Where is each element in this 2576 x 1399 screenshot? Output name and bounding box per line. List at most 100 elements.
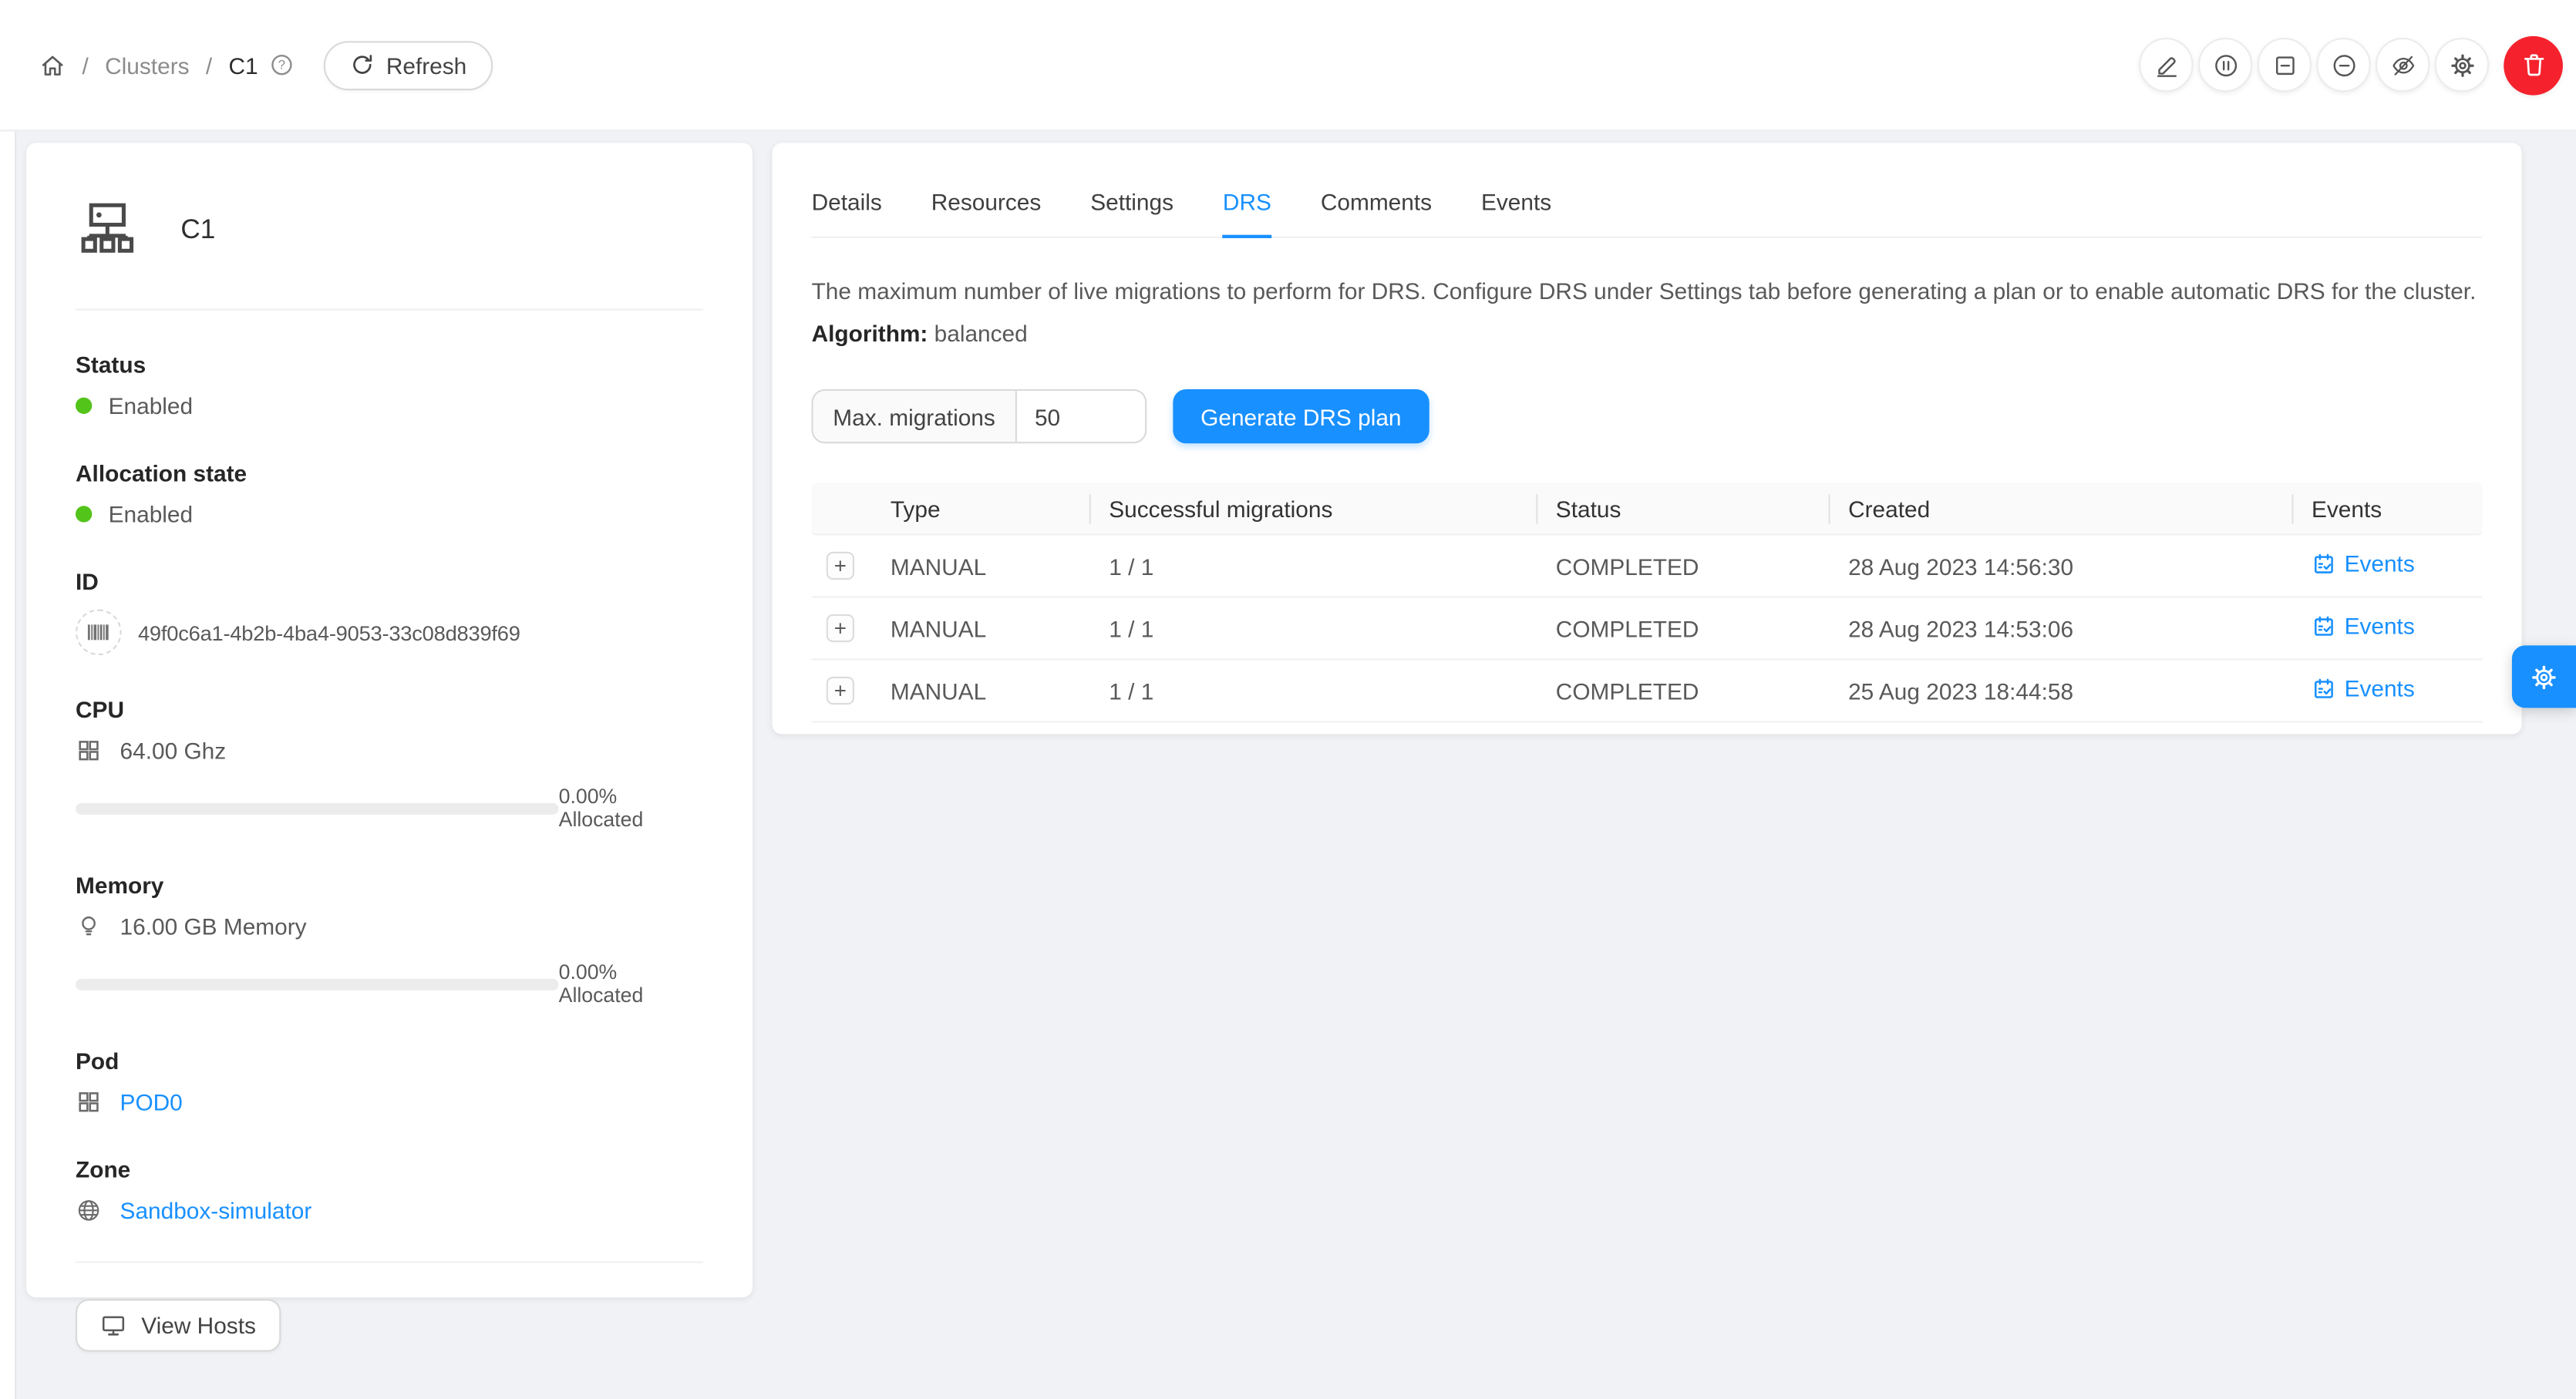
col-events: Events xyxy=(2291,495,2482,521)
cluster-uuid: 49f0c6a1-4b2b-4ba4-9053-33c08d839f69 xyxy=(138,620,520,644)
barcode-icon xyxy=(76,610,122,656)
cpu-label: CPU xyxy=(76,696,703,722)
divider xyxy=(76,309,703,311)
status-value: Enabled xyxy=(109,392,194,419)
id-label: ID xyxy=(76,568,703,594)
row-events-link[interactable]: Events xyxy=(2312,613,2415,639)
pause-button[interactable] xyxy=(2198,38,2252,92)
drs-algorithm: Algorithm: balanced xyxy=(812,320,2483,346)
expand-row-button[interactable]: + xyxy=(827,677,854,705)
breadcrumb: / Clusters / C1 ? Refresh xyxy=(39,40,493,89)
question-circle-icon[interactable]: ? xyxy=(270,52,295,77)
generate-drs-plan-button[interactable]: Generate DRS plan xyxy=(1173,389,1429,443)
status-label: Status xyxy=(76,351,703,378)
tab-events[interactable]: Events xyxy=(1481,169,1551,236)
project-drawer-toggle-button[interactable] xyxy=(2512,645,2576,708)
cpu-grid-icon xyxy=(76,738,102,764)
col-successful-migrations: Successful migrations xyxy=(1089,495,1537,521)
row-events-link[interactable]: Events xyxy=(2312,550,2415,577)
drs-controls: Max. migrations Generate DRS plan xyxy=(812,389,2483,443)
top-header-bar: / Clusters / C1 ? Refresh xyxy=(0,0,2576,131)
refresh-icon xyxy=(350,52,375,77)
allocation-dot xyxy=(76,506,92,522)
svg-text:?: ? xyxy=(278,58,285,72)
refresh-label: Refresh xyxy=(386,52,466,78)
cell-type: MANUAL xyxy=(870,553,1089,579)
breadcrumb-separator: / xyxy=(206,52,212,78)
cell-status: COMPLETED xyxy=(1536,615,1828,641)
edit-button[interactable] xyxy=(2139,38,2193,92)
settings-button[interactable] xyxy=(2435,38,2489,92)
breadcrumb-separator: / xyxy=(82,52,89,78)
cpu-progress: 0.00% Allocated xyxy=(76,785,703,831)
pod-label: Pod xyxy=(76,1048,703,1074)
monitor-icon xyxy=(100,1312,126,1338)
tab-details[interactable]: Details xyxy=(812,169,882,236)
memory-section: Memory 16.00 GB Memory 0.00% Allocated xyxy=(76,872,703,1007)
schedule-calendar-icon xyxy=(2312,676,2336,701)
cpu-allocated-label: 0.00% Allocated xyxy=(559,785,703,831)
pause-circle-icon xyxy=(2212,52,2238,78)
col-type: Type xyxy=(870,495,1089,521)
unmanage-button[interactable] xyxy=(2258,38,2312,92)
plus-expand-icon: + xyxy=(834,680,847,701)
row-events-link[interactable]: Events xyxy=(2312,675,2415,701)
refresh-button[interactable]: Refresh xyxy=(324,40,493,89)
view-hosts-button[interactable]: View Hosts xyxy=(76,1299,281,1351)
schedule-calendar-icon xyxy=(2312,551,2336,576)
table-row: + MANUAL 1 / 1 COMPLETED 25 Aug 2023 18:… xyxy=(812,661,2483,723)
view-hosts-label: View Hosts xyxy=(141,1312,256,1338)
pod-section: Pod POD0 xyxy=(76,1048,703,1115)
cell-migrations: 1 / 1 xyxy=(1089,615,1537,641)
tab-comments[interactable]: Comments xyxy=(1321,169,1432,236)
memory-value: 16.00 GB Memory xyxy=(120,913,307,940)
header-action-buttons xyxy=(2139,35,2563,95)
globe-icon xyxy=(76,1197,102,1223)
drs-plans-table: Type Successful migrations Status Create… xyxy=(812,483,2483,722)
cpu-section: CPU 64.00 Ghz 0.00% Allocated xyxy=(76,696,703,831)
home-icon[interactable] xyxy=(39,52,66,78)
allocation-value: Enabled xyxy=(109,501,194,527)
memory-progress: 0.00% Allocated xyxy=(76,960,703,1007)
collapsed-sidebar-rail xyxy=(0,131,16,1399)
allocation-label: Allocation state xyxy=(76,460,703,486)
edit-icon xyxy=(2153,52,2179,78)
cluster-info-card: C1 Status Enabled Allocation state Enabl… xyxy=(26,143,753,1297)
plus-expand-icon: + xyxy=(834,617,847,639)
cell-type: MANUAL xyxy=(870,615,1089,641)
delete-button[interactable] xyxy=(2504,35,2563,95)
bulb-icon xyxy=(76,913,102,940)
max-migrations-group: Max. migrations xyxy=(812,389,1147,443)
minus-square-icon xyxy=(2271,52,2298,78)
disable-button[interactable] xyxy=(2316,38,2370,92)
table-row: + MANUAL 1 / 1 COMPLETED 28 Aug 2023 14:… xyxy=(812,536,2483,598)
max-migrations-input[interactable] xyxy=(1017,391,1145,442)
breadcrumb-clusters[interactable]: Clusters xyxy=(105,52,189,78)
id-section: ID 49f0c6a1-4b2b-4ba4-9053-33c08d839f69 xyxy=(76,568,703,655)
divider xyxy=(76,1261,703,1263)
gear-icon xyxy=(2449,52,2475,78)
memory-label: Memory xyxy=(76,872,703,898)
memory-progress-track xyxy=(76,978,559,990)
expand-row-button[interactable]: + xyxy=(827,552,854,580)
cluster-detail-page: / Clusters / C1 ? Refresh xyxy=(0,0,2576,1399)
cell-status: COMPLETED xyxy=(1536,553,1828,579)
pod-link[interactable]: POD0 xyxy=(120,1089,183,1115)
cell-created: 25 Aug 2023 18:44:58 xyxy=(1829,678,2292,704)
cpu-progress-track xyxy=(76,802,559,814)
tab-resources[interactable]: Resources xyxy=(931,169,1042,236)
zone-link[interactable]: Sandbox-simulator xyxy=(120,1197,312,1223)
eye-invisible-icon xyxy=(2389,52,2416,78)
breadcrumb-current: C1 xyxy=(228,52,258,78)
tab-drs[interactable]: DRS xyxy=(1223,169,1271,236)
hide-button[interactable] xyxy=(2376,38,2430,92)
algorithm-label: Algorithm: xyxy=(812,320,928,346)
plus-expand-icon: + xyxy=(834,555,847,577)
minus-circle-icon xyxy=(2330,52,2356,78)
pod-grid-icon xyxy=(76,1089,102,1115)
gear-icon xyxy=(2530,663,2557,691)
expand-row-button[interactable]: + xyxy=(827,614,854,642)
max-migrations-addon: Max. migrations xyxy=(813,391,1017,442)
tab-settings[interactable]: Settings xyxy=(1090,169,1174,236)
zone-label: Zone xyxy=(76,1156,703,1182)
